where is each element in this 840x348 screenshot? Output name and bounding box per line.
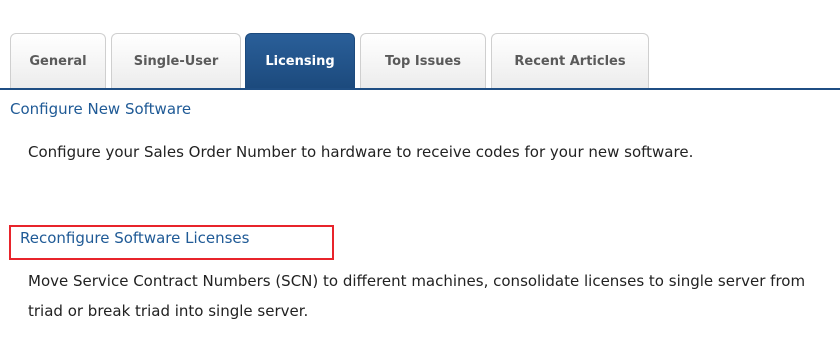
reconfigure-software-licenses-description: Move Service Contract Numbers (SCN) to d… — [28, 272, 806, 320]
tab-licensing[interactable]: Licensing — [245, 33, 355, 88]
tab-general[interactable]: General — [10, 33, 106, 88]
tab-recent-articles[interactable]: Recent Articles — [491, 33, 649, 88]
configure-new-software-description: Configure your Sales Order Number to har… — [28, 143, 694, 161]
tab-underline — [0, 88, 840, 90]
tab-top-issues[interactable]: Top Issues — [360, 33, 486, 88]
configure-new-software-link[interactable]: Configure New Software — [10, 100, 191, 118]
tab-single-user[interactable]: Single-User — [111, 33, 241, 88]
reconfigure-software-licenses-link[interactable]: Reconfigure Software Licenses — [20, 229, 249, 247]
